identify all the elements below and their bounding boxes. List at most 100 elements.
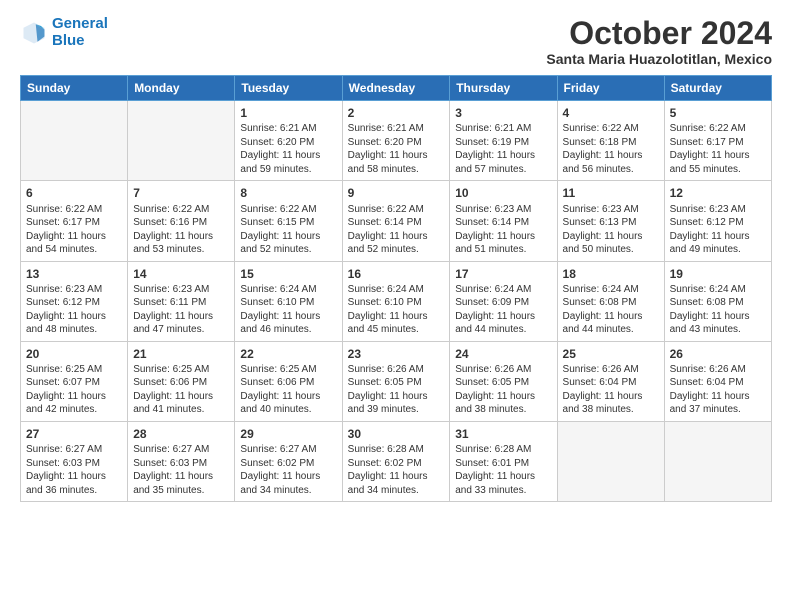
- day-number: 28: [133, 426, 229, 442]
- calendar-week-2: 6 Sunrise: 6:22 AM Sunset: 6:17 PM Daylig…: [21, 181, 772, 261]
- day-number: 9: [348, 185, 445, 201]
- calendar-cell: 19Sunrise: 6:24 AM Sunset: 6:08 PM Dayli…: [664, 261, 771, 341]
- calendar-cell: 23Sunrise: 6:26 AM Sunset: 6:05 PM Dayli…: [342, 341, 450, 421]
- day-header-thursday: Thursday: [450, 76, 557, 101]
- day-number: 11: [563, 185, 659, 201]
- calendar-cell: 8Sunrise: 6:22 AM Sunset: 6:15 PM Daylig…: [235, 181, 342, 261]
- calendar-cell: 17Sunrise: 6:24 AM Sunset: 6:09 PM Dayli…: [450, 261, 557, 341]
- calendar-cell: 22Sunrise: 6:25 AM Sunset: 6:06 PM Dayli…: [235, 341, 342, 421]
- calendar-cell: [557, 421, 664, 501]
- calendar-cell: 14Sunrise: 6:23 AM Sunset: 6:11 PM Dayli…: [128, 261, 235, 341]
- day-number: 27: [26, 426, 122, 442]
- logo-text: General Blue: [52, 16, 108, 49]
- day-number: 21: [133, 346, 229, 362]
- calendar-cell: 31Sunrise: 6:28 AM Sunset: 6:01 PM Dayli…: [450, 421, 557, 501]
- calendar-table: SundayMondayTuesdayWednesdayThursdayFrid…: [20, 75, 772, 502]
- day-header-friday: Friday: [557, 76, 664, 101]
- calendar-cell: 11Sunrise: 6:23 AM Sunset: 6:13 PM Dayli…: [557, 181, 664, 261]
- day-number: 23: [348, 346, 445, 362]
- calendar-week-1: 1Sunrise: 6:21 AM Sunset: 6:20 PM Daylig…: [21, 101, 772, 181]
- cell-info: Sunrise: 6:22 AM Sunset: 6:17 PM Dayligh…: [670, 122, 766, 176]
- cell-info: Sunrise: 6:23 AM Sunset: 6:14 PM Dayligh…: [455, 203, 551, 257]
- cell-info: Sunrise: 6:24 AM Sunset: 6:08 PM Dayligh…: [670, 283, 766, 337]
- calendar-cell: 10Sunrise: 6:23 AM Sunset: 6:14 PM Dayli…: [450, 181, 557, 261]
- day-number: 14: [133, 266, 229, 282]
- calendar-cell: 18Sunrise: 6:24 AM Sunset: 6:08 PM Dayli…: [557, 261, 664, 341]
- calendar-cell: 26Sunrise: 6:26 AM Sunset: 6:04 PM Dayli…: [664, 341, 771, 421]
- cell-info: Sunrise: 6:22 AM Sunset: 6:14 PM Dayligh…: [348, 203, 445, 257]
- cell-info: Sunrise: 6:25 AM Sunset: 6:06 PM Dayligh…: [240, 363, 336, 417]
- calendar-cell: 16Sunrise: 6:24 AM Sunset: 6:10 PM Dayli…: [342, 261, 450, 341]
- calendar-cell: 4Sunrise: 6:22 AM Sunset: 6:18 PM Daylig…: [557, 101, 664, 181]
- day-header-wednesday: Wednesday: [342, 76, 450, 101]
- day-number: 15: [240, 266, 336, 282]
- cell-info: Sunrise: 6:25 AM Sunset: 6:07 PM Dayligh…: [26, 363, 122, 417]
- day-number: 1: [240, 105, 336, 121]
- month-title: October 2024: [546, 16, 772, 51]
- cell-info: Sunrise: 6:27 AM Sunset: 6:02 PM Dayligh…: [240, 443, 336, 497]
- header: General Blue October 2024 Santa Maria Hu…: [20, 16, 772, 67]
- day-number: 7: [133, 185, 229, 201]
- calendar-cell: 7Sunrise: 6:22 AM Sunset: 6:16 PM Daylig…: [128, 181, 235, 261]
- day-number: 16: [348, 266, 445, 282]
- logo-icon: [20, 19, 48, 47]
- cell-info: Sunrise: 6:22 AM Sunset: 6:18 PM Dayligh…: [563, 122, 659, 176]
- cell-info: Sunrise: 6:27 AM Sunset: 6:03 PM Dayligh…: [26, 443, 122, 497]
- day-number: 25: [563, 346, 659, 362]
- day-number: 26: [670, 346, 766, 362]
- day-number: 30: [348, 426, 445, 442]
- calendar-cell: [21, 101, 128, 181]
- calendar-cell: 15Sunrise: 6:24 AM Sunset: 6:10 PM Dayli…: [235, 261, 342, 341]
- calendar-cell: 13Sunrise: 6:23 AM Sunset: 6:12 PM Dayli…: [21, 261, 128, 341]
- logo: General Blue: [20, 16, 108, 49]
- calendar-header-row: SundayMondayTuesdayWednesdayThursdayFrid…: [21, 76, 772, 101]
- day-number: 17: [455, 266, 551, 282]
- cell-info: Sunrise: 6:24 AM Sunset: 6:09 PM Dayligh…: [455, 283, 551, 337]
- location-title: Santa Maria Huazolotitlan, Mexico: [546, 51, 772, 67]
- cell-info: Sunrise: 6:24 AM Sunset: 6:10 PM Dayligh…: [240, 283, 336, 337]
- cell-info: Sunrise: 6:21 AM Sunset: 6:20 PM Dayligh…: [240, 122, 336, 176]
- title-area: October 2024 Santa Maria Huazolotitlan, …: [546, 16, 772, 67]
- day-number: 6: [26, 185, 122, 201]
- cell-info: Sunrise: 6:28 AM Sunset: 6:02 PM Dayligh…: [348, 443, 445, 497]
- day-number: 31: [455, 426, 551, 442]
- calendar-cell: 27Sunrise: 6:27 AM Sunset: 6:03 PM Dayli…: [21, 421, 128, 501]
- cell-info: Sunrise: 6:22 AM Sunset: 6:17 PM Dayligh…: [26, 203, 122, 257]
- cell-info: Sunrise: 6:21 AM Sunset: 6:19 PM Dayligh…: [455, 122, 551, 176]
- day-number: 2: [348, 105, 445, 121]
- cell-info: Sunrise: 6:21 AM Sunset: 6:20 PM Dayligh…: [348, 122, 445, 176]
- cell-info: Sunrise: 6:28 AM Sunset: 6:01 PM Dayligh…: [455, 443, 551, 497]
- day-number: 5: [670, 105, 766, 121]
- cell-info: Sunrise: 6:26 AM Sunset: 6:05 PM Dayligh…: [348, 363, 445, 417]
- calendar-cell: 25Sunrise: 6:26 AM Sunset: 6:04 PM Dayli…: [557, 341, 664, 421]
- calendar-cell: 12Sunrise: 6:23 AM Sunset: 6:12 PM Dayli…: [664, 181, 771, 261]
- calendar-cell: [128, 101, 235, 181]
- calendar-week-4: 20Sunrise: 6:25 AM Sunset: 6:07 PM Dayli…: [21, 341, 772, 421]
- cell-info: Sunrise: 6:24 AM Sunset: 6:10 PM Dayligh…: [348, 283, 445, 337]
- day-number: 24: [455, 346, 551, 362]
- calendar-cell: 9 Sunrise: 6:22 AM Sunset: 6:14 PM Daylig…: [342, 181, 450, 261]
- day-header-saturday: Saturday: [664, 76, 771, 101]
- calendar-cell: 24Sunrise: 6:26 AM Sunset: 6:05 PM Dayli…: [450, 341, 557, 421]
- day-number: 13: [26, 266, 122, 282]
- calendar-week-5: 27Sunrise: 6:27 AM Sunset: 6:03 PM Dayli…: [21, 421, 772, 501]
- calendar-cell: 1Sunrise: 6:21 AM Sunset: 6:20 PM Daylig…: [235, 101, 342, 181]
- cell-info: Sunrise: 6:26 AM Sunset: 6:04 PM Dayligh…: [670, 363, 766, 417]
- calendar-cell: 2Sunrise: 6:21 AM Sunset: 6:20 PM Daylig…: [342, 101, 450, 181]
- cell-info: Sunrise: 6:26 AM Sunset: 6:04 PM Dayligh…: [563, 363, 659, 417]
- cell-info: Sunrise: 6:23 AM Sunset: 6:12 PM Dayligh…: [670, 203, 766, 257]
- calendar-cell: 3Sunrise: 6:21 AM Sunset: 6:19 PM Daylig…: [450, 101, 557, 181]
- day-number: 3: [455, 105, 551, 121]
- day-number: 22: [240, 346, 336, 362]
- day-number: 4: [563, 105, 659, 121]
- calendar-cell: 21Sunrise: 6:25 AM Sunset: 6:06 PM Dayli…: [128, 341, 235, 421]
- cell-info: Sunrise: 6:24 AM Sunset: 6:08 PM Dayligh…: [563, 283, 659, 337]
- day-number: 29: [240, 426, 336, 442]
- cell-info: Sunrise: 6:22 AM Sunset: 6:15 PM Dayligh…: [240, 203, 336, 257]
- calendar-week-3: 13Sunrise: 6:23 AM Sunset: 6:12 PM Dayli…: [21, 261, 772, 341]
- day-header-monday: Monday: [128, 76, 235, 101]
- day-number: 19: [670, 266, 766, 282]
- day-header-tuesday: Tuesday: [235, 76, 342, 101]
- calendar-cell: [664, 421, 771, 501]
- calendar-cell: 5Sunrise: 6:22 AM Sunset: 6:17 PM Daylig…: [664, 101, 771, 181]
